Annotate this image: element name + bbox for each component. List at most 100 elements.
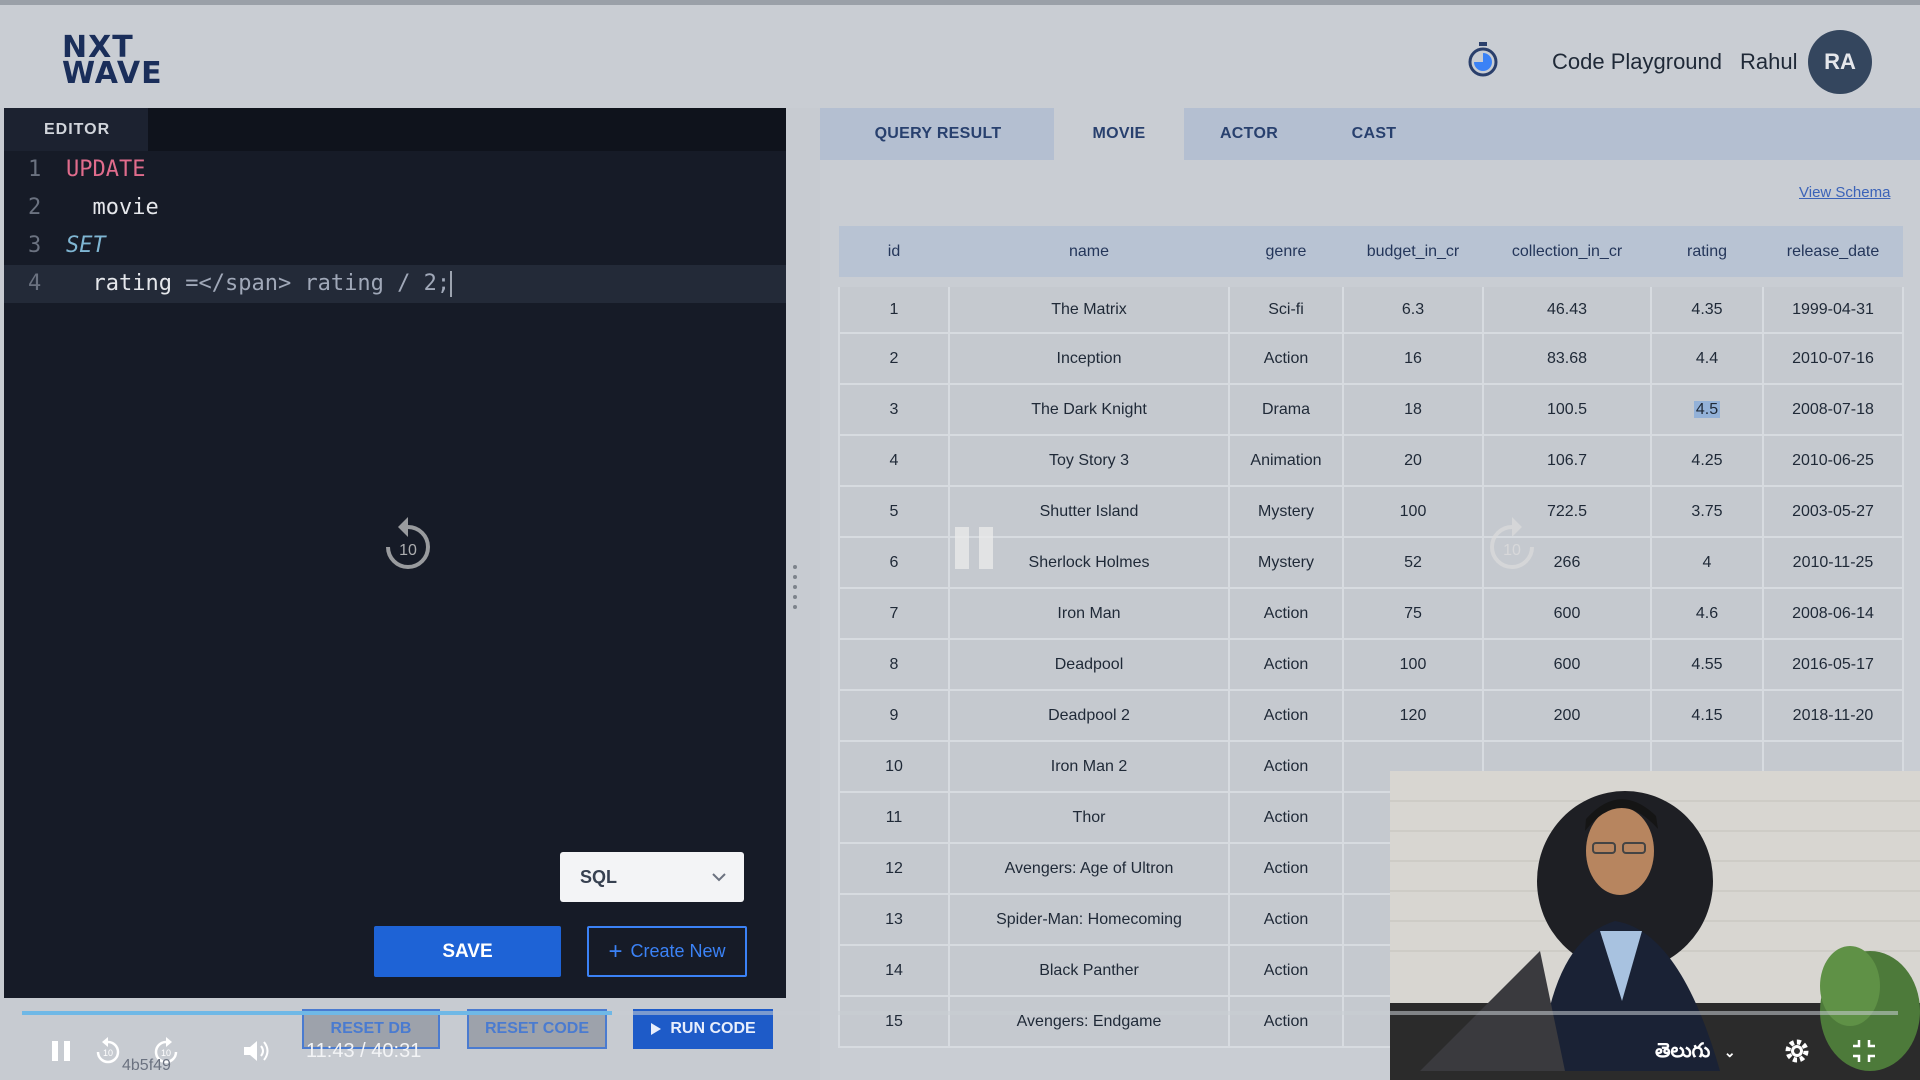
table-row[interactable]: 5 Shutter Island Mystery 100 722.5 3.75 2003-0… <box>838 485 1904 538</box>
table-cell[interactable]: 4.4 <box>1650 332 1764 385</box>
column-header[interactable]: release_date <box>1763 226 1903 287</box>
table-cell[interactable]: 100 <box>1342 485 1484 538</box>
table-cell[interactable]: Avengers: Endgame <box>948 995 1230 1048</box>
table-cell[interactable]: Deadpool 2 <box>948 689 1230 742</box>
table-cell[interactable]: 20 <box>1342 434 1484 487</box>
code-editor[interactable]: EDITOR 1 UPDATE 2 movie 3 SET 4 rating =… <box>4 108 786 998</box>
table-cell[interactable]: 46.43 <box>1482 281 1652 334</box>
table-cell[interactable]: Avengers: Age of Ultron <box>948 842 1230 895</box>
table-cell[interactable]: 2008-07-18 <box>1762 383 1904 436</box>
table-cell[interactable]: Action <box>1228 944 1344 997</box>
table-cell[interactable]: Mystery <box>1228 485 1344 538</box>
table-cell[interactable]: Action <box>1228 995 1344 1048</box>
table-row[interactable]: 4 Toy Story 3 Animation 20 106.7 4.25 2010-06-… <box>838 434 1904 487</box>
tab-query-result[interactable]: QUERY RESULT <box>820 108 1056 160</box>
table-cell[interactable]: 2016-05-17 <box>1762 638 1904 691</box>
table-cell[interactable]: Action <box>1228 587 1344 640</box>
table-cell[interactable]: 2018-11-20 <box>1762 689 1904 742</box>
tab-actor[interactable]: ACTOR <box>1184 108 1314 160</box>
table-cell[interactable]: 100 <box>1342 638 1484 691</box>
gear-icon[interactable] <box>1783 1037 1811 1065</box>
table-cell[interactable]: 4.5 <box>1650 383 1764 436</box>
table-cell[interactable]: 600 <box>1482 587 1652 640</box>
table-row[interactable]: 6 Sherlock Holmes Mystery 52 266 4 2010-11-25 <box>838 536 1904 589</box>
table-cell[interactable]: 4.55 <box>1650 638 1764 691</box>
table-cell[interactable]: Iron Man 2 <box>948 740 1230 793</box>
column-header[interactable]: genre <box>1229 226 1343 287</box>
table-cell[interactable]: Action <box>1228 842 1344 895</box>
table-cell[interactable]: 100.5 <box>1482 383 1652 436</box>
column-header[interactable]: budget_in_cr <box>1343 226 1483 287</box>
column-header[interactable]: rating <box>1651 226 1763 287</box>
table-cell[interactable]: 2 <box>838 332 950 385</box>
rewind-10-icon[interactable]: 10 <box>94 1037 122 1065</box>
table-cell[interactable]: 6.3 <box>1342 281 1484 334</box>
table-cell[interactable]: 600 <box>1482 638 1652 691</box>
table-cell[interactable]: 1 <box>838 281 950 334</box>
table-cell[interactable]: 14 <box>838 944 950 997</box>
nxtwave-logo[interactable]: NXT WAVE <box>62 33 162 89</box>
pause-icon[interactable] <box>50 1037 72 1065</box>
table-cell[interactable]: 9 <box>838 689 950 742</box>
stopwatch-icon[interactable] <box>1466 42 1500 78</box>
language-select[interactable]: SQL <box>560 852 744 902</box>
rewind-10-icon[interactable]: 10 <box>380 515 436 575</box>
table-cell[interactable]: The Matrix <box>948 281 1230 334</box>
table-cell[interactable]: 12 <box>838 842 950 895</box>
audio-language-select[interactable]: తెలుగు ⌄ <box>1655 1040 1736 1067</box>
table-cell[interactable]: Mystery <box>1228 536 1344 589</box>
table-cell[interactable]: 4.35 <box>1650 281 1764 334</box>
video-progress-bar[interactable] <box>22 1011 1898 1015</box>
table-cell[interactable]: 8 <box>838 638 950 691</box>
save-button[interactable]: SAVE <box>374 926 561 977</box>
run-code-button[interactable]: RUN CODE <box>633 1009 773 1049</box>
create-new-button[interactable]: + Create New <box>587 926 747 977</box>
view-schema-link[interactable]: View Schema <box>1799 184 1890 201</box>
table-cell[interactable]: 4.6 <box>1650 587 1764 640</box>
code-line[interactable]: 2 movie <box>4 189 786 227</box>
table-cell[interactable]: Action <box>1228 893 1344 946</box>
table-cell[interactable]: 15 <box>838 995 950 1048</box>
table-cell[interactable]: Spider-Man: Homecoming <box>948 893 1230 946</box>
table-cell[interactable]: 13 <box>838 893 950 946</box>
table-cell[interactable]: 4 <box>1650 536 1764 589</box>
tab-movie[interactable]: MOVIE <box>1054 108 1184 160</box>
table-cell[interactable]: Deadpool <box>948 638 1230 691</box>
column-header[interactable]: id <box>839 226 949 287</box>
code-playground-link[interactable]: Code Playground <box>1552 49 1722 75</box>
code-text[interactable]: SET <box>66 227 106 265</box>
table-cell[interactable]: 16 <box>1342 332 1484 385</box>
table-cell[interactable]: 10 <box>838 740 950 793</box>
table-cell[interactable]: Thor <box>948 791 1230 844</box>
table-cell[interactable]: 120 <box>1342 689 1484 742</box>
table-cell[interactable]: 52 <box>1342 536 1484 589</box>
table-cell[interactable]: 2003-05-27 <box>1762 485 1904 538</box>
table-cell[interactable]: Action <box>1228 791 1344 844</box>
table-cell[interactable]: Iron Man <box>948 587 1230 640</box>
forward-10-icon[interactable]: 10 <box>1484 515 1540 575</box>
pause-overlay-icon[interactable] <box>955 527 995 569</box>
table-cell[interactable]: Action <box>1228 689 1344 742</box>
code-area[interactable]: 1 UPDATE 2 movie 3 SET 4 rating =</span>… <box>4 151 786 303</box>
user-name[interactable]: Rahul <box>1740 49 1797 75</box>
table-cell[interactable]: Black Panther <box>948 944 1230 997</box>
table-cell[interactable]: 2010-11-25 <box>1762 536 1904 589</box>
table-row[interactable]: 8 Deadpool Action 100 600 4.55 2016-05-17 <box>838 638 1904 691</box>
reset-code-button[interactable]: RESET CODE <box>467 1009 607 1049</box>
table-row[interactable]: 1 The Matrix Sci-fi 6.3 46.43 4.35 1999-04-31 <box>838 281 1904 334</box>
code-text[interactable]: UPDATE <box>66 151 145 189</box>
code-line[interactable]: 1 UPDATE <box>4 151 786 189</box>
code-text[interactable]: rating =</span> rating / 2; <box>66 265 453 303</box>
table-cell[interactable]: Inception <box>948 332 1230 385</box>
table-row[interactable]: 9 Deadpool 2 Action 120 200 4.15 2018-11-20 <box>838 689 1904 742</box>
table-cell[interactable]: 3 <box>838 383 950 436</box>
table-cell[interactable]: The Dark Knight <box>948 383 1230 436</box>
table-cell[interactable]: 75 <box>1342 587 1484 640</box>
column-header[interactable]: collection_in_cr <box>1483 226 1651 287</box>
column-header[interactable]: name <box>949 226 1229 287</box>
table-cell[interactable]: Toy Story 3 <box>948 434 1230 487</box>
editor-tab[interactable]: EDITOR <box>4 108 148 151</box>
table-cell[interactable]: 3.75 <box>1650 485 1764 538</box>
table-cell[interactable]: 2010-07-16 <box>1762 332 1904 385</box>
table-cell[interactable]: Action <box>1228 332 1344 385</box>
